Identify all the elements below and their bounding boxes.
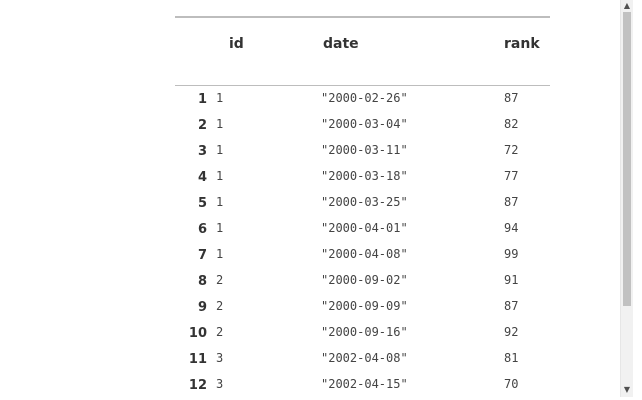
cell-id: 2 (216, 273, 224, 287)
row-number: 1 (197, 92, 207, 108)
row-number: 10 (188, 326, 207, 341)
cell-rank: 87 (504, 195, 519, 209)
cell-rank: 81 (504, 351, 519, 365)
row-number: 9 (197, 300, 207, 315)
row-number: 2 (197, 118, 207, 133)
cell-date: "2000-09-09" (321, 299, 408, 313)
table-header: id date rank (175, 16, 550, 86)
cell-rank: 82 (504, 117, 519, 131)
cell-id: 1 (216, 221, 224, 235)
cell-id: 1 (216, 117, 224, 131)
cell-date: "2000-03-18" (321, 169, 408, 183)
cell-date: "2000-02-26" (321, 91, 408, 106)
cell-id: 1 (216, 169, 224, 183)
scroll-thumb[interactable] (623, 12, 631, 306)
header-date: date (265, 16, 497, 86)
row-number: 7 (197, 248, 207, 263)
cell-rank: 70 (504, 377, 519, 391)
table-row: 6 1 "2000-04-01" 94 (175, 215, 550, 241)
cell-date: "2000-09-16" (321, 325, 408, 339)
table-row: 8 2 "2000-09-02" 91 (175, 267, 550, 293)
cell-rank: 99 (504, 247, 519, 261)
table-row: 4 1 "2000-03-18" 77 (175, 163, 550, 189)
row-number: 12 (188, 378, 207, 393)
table-row: 10 2 "2000-09-16" 92 (175, 319, 550, 345)
page-content: id date rank 1 1 "2000-02-26" 87 2 1 "2000-03-… (0, 0, 620, 397)
row-number: 4 (197, 170, 207, 185)
cell-date: "2000-03-11" (321, 143, 408, 157)
table-row: 7 1 "2000-04-08" 99 (175, 241, 550, 267)
table-row: 12 3 "2002-04-15" 70 (175, 371, 550, 397)
cell-rank: 72 (504, 143, 519, 157)
cell-date: "2000-04-01" (321, 221, 408, 235)
cell-rank: 92 (504, 325, 519, 339)
cell-id: 2 (216, 325, 224, 339)
table-row: 9 2 "2000-09-09" 87 (175, 293, 550, 319)
row-number: 6 (197, 222, 207, 237)
cell-rank: 87 (504, 91, 519, 106)
cell-rank: 91 (504, 273, 519, 287)
cell-id: 1 (216, 247, 224, 261)
cell-rank: 87 (504, 299, 519, 313)
cell-id: 3 (216, 377, 224, 391)
row-number: 11 (188, 352, 207, 367)
right-gutter (633, 0, 642, 400)
header-id: id (207, 16, 265, 86)
cell-date: "2000-09-02" (321, 273, 408, 287)
cell-date: "2002-04-15" (321, 377, 408, 391)
row-number: 5 (197, 196, 207, 211)
cell-date: "2000-03-25" (321, 195, 408, 209)
scroll-down-icon[interactable]: ▼ (621, 384, 633, 396)
cell-id: 1 (216, 91, 224, 106)
cell-id: 3 (216, 351, 224, 365)
table-row: 3 1 "2000-03-11" 72 (175, 137, 550, 163)
header-rownum (175, 16, 207, 86)
row-number: 8 (197, 274, 207, 289)
cell-id: 2 (216, 299, 224, 313)
cell-id: 1 (216, 143, 224, 157)
table-row: 2 1 "2000-03-04" 82 (175, 111, 550, 137)
header-rank: rank (497, 16, 550, 86)
table-body: 1 1 "2000-02-26" 87 2 1 "2000-03-04" 82 3 1 "2000-… (175, 85, 550, 397)
cell-date: "2000-04-08" (321, 247, 408, 261)
cell-rank: 94 (504, 221, 519, 235)
row-number: 3 (197, 144, 207, 159)
scroll-up-icon[interactable]: ▲ (621, 0, 633, 12)
table-row: 5 1 "2000-03-25" 87 (175, 189, 550, 215)
table-row: 1 1 "2000-02-26" 87 (175, 85, 550, 111)
cell-date: "2002-04-08" (321, 351, 408, 365)
cell-date: "2000-03-04" (321, 117, 408, 131)
header-row: id date rank (175, 16, 550, 86)
vertical-scrollbar[interactable]: ▲ ▼ (620, 0, 633, 397)
data-table: id date rank 1 1 "2000-02-26" 87 2 1 "2000-03-… (175, 16, 550, 397)
cell-rank: 77 (504, 169, 519, 183)
cell-id: 1 (216, 195, 224, 209)
table-row: 11 3 "2002-04-08" 81 (175, 345, 550, 371)
